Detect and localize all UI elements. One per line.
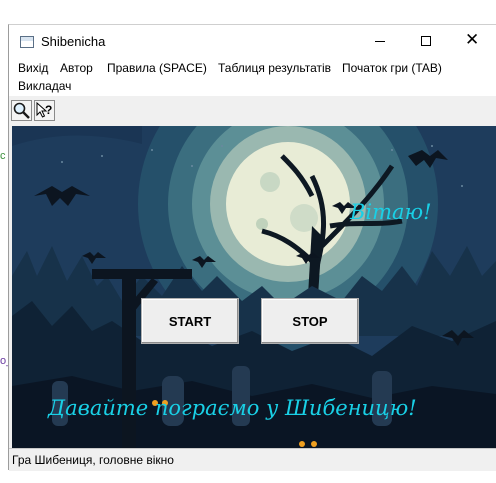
close-button[interactable]: ✕ — [450, 25, 496, 56]
app-window: Shibenicha ✕ Вихід Автор Правила (SPACE)… — [8, 24, 496, 471]
search-tool-button[interactable] — [11, 100, 32, 121]
maximize-button[interactable] — [404, 25, 450, 56]
close-icon: ✕ — [465, 30, 480, 49]
stop-button[interactable]: STOP — [261, 298, 359, 344]
status-bar: Гра Шибениця, головне вікно — [9, 448, 496, 471]
app-icon — [20, 36, 34, 48]
menu-item-teacher[interactable]: Викладач — [18, 79, 71, 93]
menu-item-rules[interactable]: Правила (SPACE) — [107, 61, 207, 75]
help-tool-button[interactable]: ? — [34, 100, 55, 121]
invitation-banner: Давайте пограємо у Шибеницю! — [48, 396, 417, 420]
window-title: Shibenicha — [41, 34, 106, 49]
maximize-icon — [421, 36, 431, 46]
minimize-icon — [375, 41, 385, 42]
game-scene: Вітаю! START STOP Давайте пограємо у Шиб… — [12, 126, 496, 448]
magnifier-icon — [13, 102, 30, 119]
toolbar: ? — [9, 98, 496, 124]
menu-item-results-table[interactable]: Таблиця результатів — [218, 61, 331, 75]
title-bar[interactable]: Shibenicha ✕ — [9, 25, 496, 56]
greeting-text: Вітаю! — [350, 200, 432, 224]
background-fragment: c — [0, 150, 6, 162]
menu-item-author[interactable]: Автор — [60, 61, 93, 75]
start-button[interactable]: START — [141, 298, 239, 344]
menu-item-exit[interactable]: Вихід — [18, 61, 48, 75]
minimize-button[interactable] — [358, 25, 404, 56]
help-pointer-icon: ? — [36, 101, 52, 118]
svg-text:?: ? — [45, 103, 52, 117]
status-text: Гра Шибениця, головне вікно — [12, 453, 174, 467]
menu-bar: Вихід Автор Правила (SPACE) Таблиця резу… — [9, 56, 496, 96]
menu-item-start-game[interactable]: Початок гри (TAB) — [342, 61, 442, 75]
